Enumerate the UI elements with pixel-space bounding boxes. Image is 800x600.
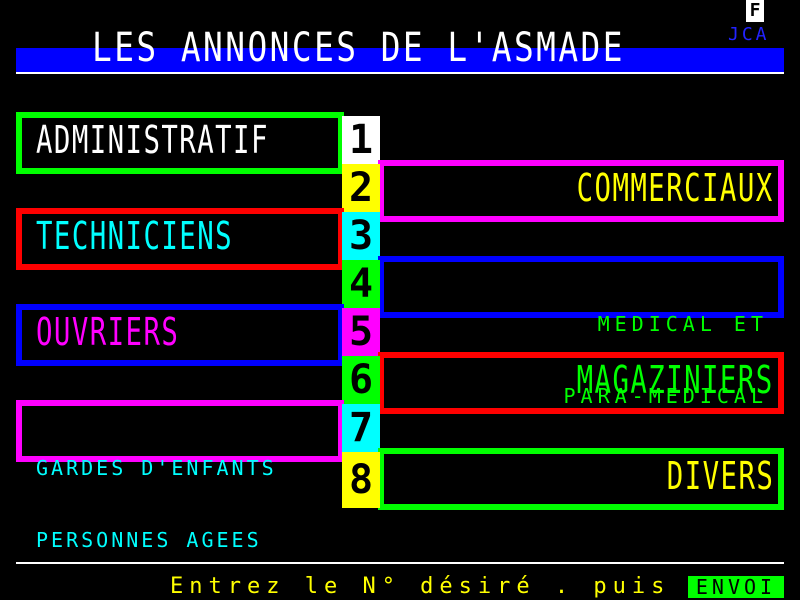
category-label: MAGAZINIERS [576,358,774,402]
category-number-2[interactable]: 2 [342,164,380,212]
category-number-3[interactable]: 3 [342,212,380,260]
category-number-7[interactable]: 7 [342,404,380,452]
category-medical[interactable]: MEDICAL ET PARA-MEDICAL [378,256,784,408]
title-divider [16,72,784,74]
category-label: ADMINISTRATIF [36,118,269,162]
category-label: DIVERS [666,454,774,498]
category-number-1[interactable]: 1 [342,116,380,164]
category-administratif[interactable]: ADMINISTRATIF [16,112,344,174]
category-gardes-enfants[interactable]: GARDES D'ENFANTS PERSONNES AGEES [16,400,344,552]
category-magaziniers[interactable]: MAGAZINIERS [378,352,784,414]
category-label: OUVRIERS [36,310,180,354]
category-number-5[interactable]: 5 [342,308,380,356]
category-divers[interactable]: DIVERS [378,448,784,510]
category-ouvriers[interactable]: OUVRIERS [16,304,344,366]
category-label: COMMERCIAUX [576,166,774,210]
page-title: LES ANNONCES DE L'ASMADE [92,25,625,71]
category-label-line-1: MEDICAL ET [597,312,768,336]
category-label: TECHNICIENS [36,214,234,258]
category-label-group: GARDES D'ENFANTS PERSONNES AGEES [36,408,277,600]
category-number-4[interactable]: 4 [342,260,380,308]
category-label-line-2: PERSONNES AGEES [36,528,262,552]
mode-badge: F [746,0,764,22]
send-button[interactable]: ENVOI [688,576,784,598]
category-number-6[interactable]: 6 [342,356,380,404]
category-label-line-1: GARDES D'ENFANTS [36,456,277,480]
category-techniciens[interactable]: TECHNICIENS [16,208,344,270]
publisher-tag: JCA [728,24,770,45]
category-commerciaux[interactable]: COMMERCIAUX [378,160,784,222]
footer-divider [16,562,784,564]
input-prompt: Entrez le N° désiré . puis [170,574,671,599]
category-number-8[interactable]: 8 [342,452,380,508]
